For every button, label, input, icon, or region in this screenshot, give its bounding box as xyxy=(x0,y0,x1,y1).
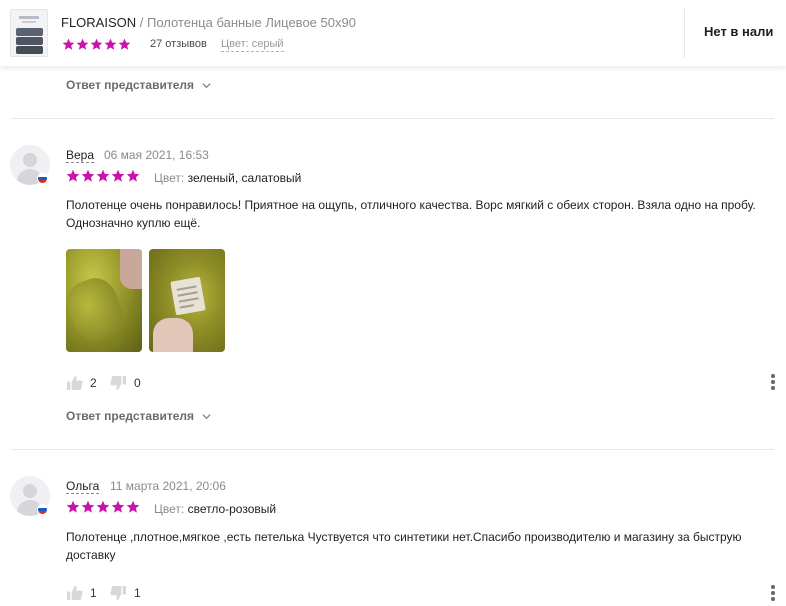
star-icon xyxy=(104,38,117,50)
chevron-down-icon xyxy=(202,413,211,419)
representative-answer-toggle[interactable]: Ответ представителя xyxy=(66,409,211,423)
star-icon xyxy=(66,169,80,182)
star-icon xyxy=(81,500,95,513)
star-icon xyxy=(66,500,80,513)
photo-towel-fold xyxy=(66,272,129,346)
star-icon xyxy=(90,38,103,50)
reviews-count[interactable]: 27 отзывов xyxy=(150,38,207,50)
dislike-button[interactable]: 1 xyxy=(110,585,141,601)
review-color: Цвет: зеленый, салатовый xyxy=(154,171,301,185)
review-author[interactable]: Вера xyxy=(66,148,95,163)
like-count: 2 xyxy=(90,376,97,390)
star-icon xyxy=(96,169,110,182)
star-icon xyxy=(81,169,95,182)
review-color: Цвет: светло-розовый xyxy=(154,502,276,516)
title-separator: / xyxy=(136,15,147,30)
russia-flag-icon xyxy=(37,504,48,515)
thumbs-up-icon xyxy=(66,585,83,601)
photo-hand xyxy=(120,249,142,289)
star-icon xyxy=(76,38,89,50)
representative-answer-label: Ответ представителя xyxy=(66,409,195,423)
review-rating-stars xyxy=(66,500,140,514)
header-divider xyxy=(684,9,685,58)
dislike-count: 1 xyxy=(134,586,141,600)
review-photo[interactable] xyxy=(149,249,225,352)
star-icon xyxy=(118,38,131,50)
dislike-button[interactable]: 0 xyxy=(110,375,141,391)
product-color[interactable]: Цвет: серый xyxy=(221,38,284,52)
review-author[interactable]: Ольга xyxy=(66,479,100,494)
photo-label-tag xyxy=(170,276,206,316)
avatar-placeholder-icon xyxy=(23,484,37,498)
star-icon xyxy=(111,169,125,182)
avatar-placeholder-icon xyxy=(23,153,37,167)
brand-name[interactable]: FLORAISON xyxy=(61,15,136,30)
star-icon xyxy=(126,500,140,513)
more-vertical-icon[interactable] xyxy=(770,584,776,602)
review-color-key: Цвет: xyxy=(154,171,185,185)
chevron-down-icon xyxy=(202,82,211,88)
product-name[interactable]: Полотенца банные Лицевое 50x90 xyxy=(147,15,356,30)
review-separator xyxy=(11,449,774,450)
review-photo[interactable] xyxy=(66,249,142,352)
thumbs-down-icon xyxy=(110,585,127,601)
russia-flag-icon xyxy=(37,173,48,184)
review-color-key: Цвет: xyxy=(154,502,185,516)
star-icon xyxy=(96,500,110,513)
representative-answer-label: Ответ представителя xyxy=(66,78,195,92)
like-count: 1 xyxy=(90,586,97,600)
review-separator xyxy=(11,118,774,119)
thumbnail-towel xyxy=(16,37,43,45)
review-date: 06 мая 2021, 16:53 xyxy=(104,148,209,162)
representative-answer-toggle[interactable]: Ответ представителя xyxy=(66,78,211,92)
thumbs-down-icon xyxy=(110,375,127,391)
photo-hand xyxy=(153,318,193,352)
review-color-value: светло-розовый xyxy=(187,502,277,516)
like-button[interactable]: 1 xyxy=(66,585,97,601)
review-rating-stars xyxy=(66,169,140,183)
thumbnail-label-line xyxy=(22,21,36,23)
review-text: Полотенце очень понравилось! Приятное на… xyxy=(66,198,756,230)
product-title[interactable]: FLORAISON / Полотенца банные Лицевое 50x… xyxy=(61,15,356,30)
product-header: FLORAISON / Полотенца банные Лицевое 50x… xyxy=(0,0,786,66)
dislike-count: 0 xyxy=(134,376,141,390)
review-date: 11 марта 2021, 20:06 xyxy=(110,479,226,493)
stock-status: Нет в нали xyxy=(704,24,774,39)
product-rating-stars xyxy=(62,38,131,51)
thumbnail-label xyxy=(19,16,39,19)
review-text: Полотенце ,плотное,мягкое ,есть петелька… xyxy=(66,530,742,562)
product-thumbnail[interactable] xyxy=(10,9,48,57)
thumbs-up-icon xyxy=(66,375,83,391)
star-icon xyxy=(126,169,140,182)
star-icon xyxy=(62,38,75,50)
thumbnail-towel xyxy=(16,28,43,36)
star-icon xyxy=(111,500,125,513)
thumbnail-towel xyxy=(16,46,43,54)
more-vertical-icon[interactable] xyxy=(770,373,776,391)
review-color-value: зеленый, салатовый xyxy=(187,171,302,185)
like-button[interactable]: 2 xyxy=(66,375,97,391)
